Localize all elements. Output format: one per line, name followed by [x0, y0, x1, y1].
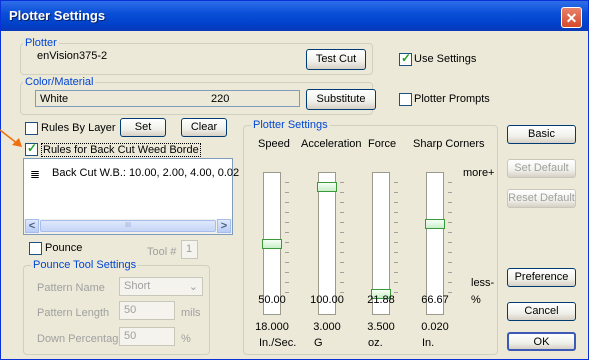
slider-ticks — [340, 182, 344, 302]
pattern-length-field[interactable]: 50 — [119, 301, 175, 320]
preference-button[interactable]: Preference — [507, 268, 576, 287]
rules-back-cut-checkbox[interactable]: ✓ — [25, 141, 38, 156]
plotter-name: enVision375-2 — [37, 50, 108, 62]
pattern-name-select[interactable]: Short ⌄ — [119, 277, 203, 296]
slider-value: 100.00 — [310, 294, 344, 306]
reset-default-button[interactable]: Reset Default — [507, 189, 576, 208]
pounce-checkbox[interactable] — [29, 242, 42, 255]
rules-list[interactable]: ≣ Back Cut W.B.: 10.00, 2.00, 4.00, 0.02… — [23, 158, 239, 235]
slider-value: 66.67 — [421, 294, 449, 306]
pattern-name-label: Pattern Name — [37, 282, 105, 294]
tool-number-label: Tool # — [147, 246, 177, 258]
substitute-button[interactable]: Substitute — [306, 89, 376, 110]
less-label: less- — [471, 277, 495, 289]
use-settings-checkbox[interactable]: ✓ — [399, 51, 412, 66]
list-item[interactable]: Back Cut W.B.: 10.00, 2.00, 4.00, 0.02 — [52, 167, 239, 179]
slider-value: 21.88 — [367, 294, 395, 306]
slider-ticks — [448, 182, 452, 302]
slider-sub-value: 3.500 — [367, 321, 395, 333]
cancel-label: Cancel — [524, 305, 559, 317]
slider-thumb-1[interactable] — [317, 182, 337, 192]
scroll-thumb[interactable]: III — [40, 220, 216, 232]
speed-header: Speed — [258, 138, 290, 150]
down-percentage-unit: % — [181, 333, 191, 345]
reset-default-label: Reset Default — [508, 192, 575, 204]
acceleration-header: Acceleration — [301, 138, 362, 150]
basic-label: Basic — [528, 128, 555, 140]
pointer-arrow-icon — [0, 129, 22, 147]
test-cut-label: Test Cut — [315, 53, 357, 65]
slider-sub-value: 18.000 — [255, 321, 289, 333]
pounce-tool-settings-label: Pounce Tool Settings — [31, 259, 139, 271]
down-percentage-field[interactable]: 50 — [119, 327, 175, 346]
title-bar[interactable]: Plotter Settings ✕ — [1, 1, 588, 31]
use-settings-label: Use Settings — [414, 53, 477, 65]
cancel-button[interactable]: Cancel — [507, 302, 576, 321]
plotter-prompts-checkbox[interactable] — [399, 93, 412, 106]
rules-by-layer-checkbox[interactable] — [25, 122, 38, 135]
color-material-group-label: Color/Material — [23, 76, 96, 88]
slider-unit: oz. — [368, 337, 383, 349]
slider-sub-value: 0.020 — [421, 321, 449, 333]
plotter-prompts-label: Plotter Prompts — [414, 93, 490, 105]
rules-by-layer-label: Rules By Layer — [41, 122, 116, 134]
more-label: more+ — [463, 167, 495, 179]
color-material-field[interactable]: White 220 — [35, 90, 300, 107]
slider-ticks — [285, 182, 289, 302]
preference-label: Preference — [514, 271, 569, 283]
slider-unit: In. — [422, 337, 435, 349]
basic-button[interactable]: Basic — [507, 125, 576, 144]
pattern-length-unit: mils — [181, 307, 201, 319]
ok-label: OK — [533, 336, 550, 348]
down-percentage-label: Down Percentage — [37, 333, 125, 345]
material-number: 220 — [211, 93, 230, 105]
rules-back-cut-label: Rules for Back Cut Weed Borde — [41, 143, 201, 157]
set-default-label: Set Default — [514, 162, 569, 174]
pounce-label: Pounce — [45, 242, 83, 254]
ok-button[interactable]: OK — [507, 332, 576, 351]
window-title: Plotter Settings — [9, 8, 106, 23]
scroll-right-icon[interactable]: > — [217, 219, 231, 233]
set-button[interactable]: Set — [120, 118, 166, 137]
close-icon[interactable]: ✕ — [561, 7, 582, 28]
chevron-down-icon: ⌄ — [188, 281, 198, 293]
slider-unit: G — [314, 337, 323, 349]
color-name: White — [40, 93, 69, 105]
sharp-corners-header: Sharp Corners — [413, 138, 485, 150]
check-icon: ✓ — [401, 51, 412, 65]
clear-button[interactable]: Clear — [181, 118, 227, 137]
check-icon: ✓ — [27, 141, 38, 155]
scroll-left-icon[interactable]: < — [25, 219, 39, 233]
pattern-length-label: Pattern Length — [37, 307, 110, 319]
plotter-settings-dialog: Plotter Settings ✕ Plotter enVision375-2… — [0, 0, 589, 360]
plotter-settings-label: Plotter Settings — [251, 119, 330, 131]
pattern-name-value: Short — [124, 280, 151, 292]
slider-sub-value: 3.000 — [313, 321, 341, 333]
tool-number-field[interactable]: 1 — [181, 240, 198, 259]
set-label: Set — [134, 121, 152, 133]
clear-label: Clear — [190, 121, 218, 133]
substitute-label: Substitute — [316, 93, 366, 105]
percent-label: % — [471, 294, 481, 306]
slider-value: 50.00 — [258, 294, 286, 306]
slider-ticks — [394, 182, 398, 302]
slider-thumb-3[interactable] — [425, 219, 445, 230]
horizontal-scrollbar[interactable]: < III > — [24, 219, 232, 234]
test-cut-button[interactable]: Test Cut — [306, 49, 366, 70]
slider-unit: In./Sec. — [259, 337, 297, 349]
plotter-group-label: Plotter — [23, 37, 59, 49]
force-header: Force — [368, 138, 397, 150]
slider-thumb-0[interactable] — [262, 238, 282, 249]
set-default-button[interactable]: Set Default — [507, 159, 576, 178]
layer-stack-icon: ≣ — [30, 167, 41, 181]
